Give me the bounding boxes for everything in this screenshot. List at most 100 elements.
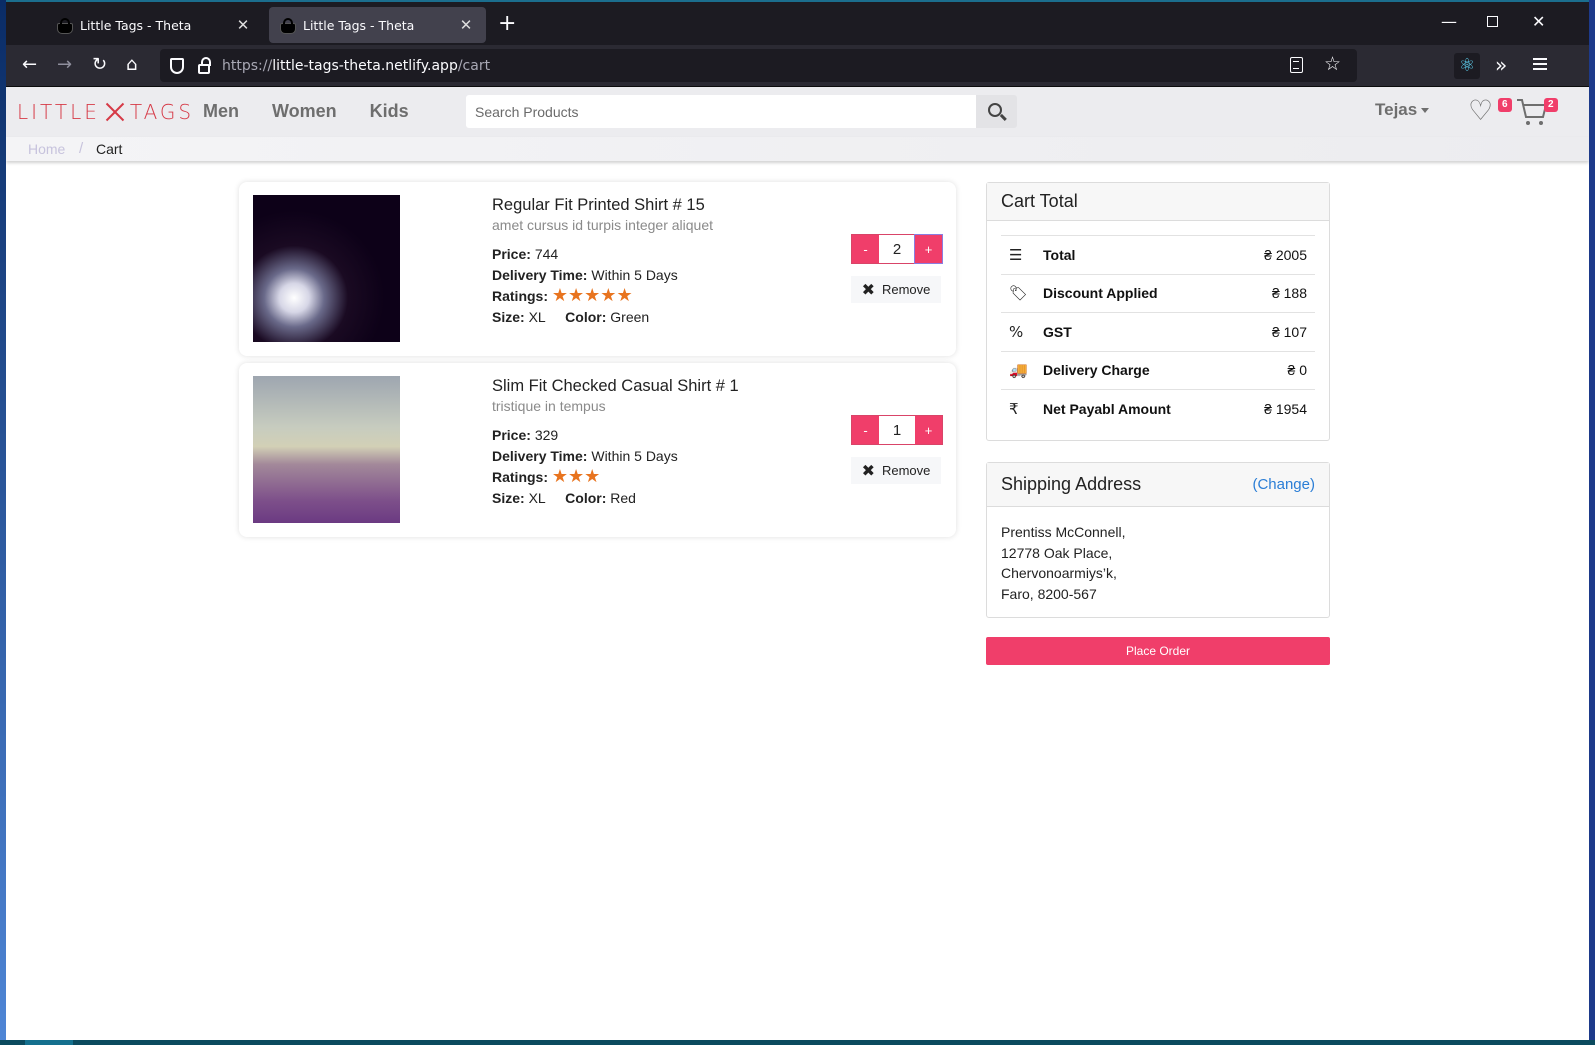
- breadcrumb-current: Cart: [96, 141, 123, 157]
- main-nav: Men Women Kids: [203, 101, 409, 122]
- taskbar: [0, 1040, 1595, 1045]
- tab-title: Little Tags - Theta: [303, 17, 415, 33]
- product-description: amet cursus id turpis integer aliquet: [492, 217, 713, 233]
- tab-title: Little Tags - Theta: [80, 17, 192, 33]
- decrease-quantity-button[interactable]: -: [852, 235, 879, 263]
- tag-icon: 🏷: [1009, 284, 1029, 303]
- breadcrumb-separator: /: [79, 140, 84, 157]
- remove-item-button[interactable]: ✖ Remove: [851, 276, 941, 303]
- desktop-edge-right: [1589, 0, 1595, 1045]
- address-bar[interactable]: https://little-tags-theta.netlify.app/ca…: [160, 49, 1357, 82]
- rupee-icon: ₹: [1009, 400, 1019, 419]
- increase-quantity-button[interactable]: +: [914, 234, 943, 264]
- bookmark-star-icon[interactable]: ☆: [1324, 53, 1341, 75]
- close-tab-icon[interactable]: ✕: [454, 16, 478, 34]
- cart-total-list: ☰ Total ₴ 2005 🏷 Discount Applied ₴ 188 …: [1001, 235, 1315, 429]
- cart-total-title: Cart Total: [1001, 191, 1078, 211]
- search-icon: [988, 103, 1002, 117]
- lock-icon[interactable]: [198, 56, 211, 74]
- receipt-list-icon: ☰: [1009, 245, 1023, 264]
- cart-item: Regular Fit Printed Shirt # 15 amet curs…: [239, 182, 956, 356]
- discount-row: 🏷 Discount Applied ₴ 188: [1001, 275, 1315, 313]
- total-row: ☰ Total ₴ 2005: [1001, 236, 1315, 275]
- cart-count-badge: 2: [1544, 98, 1558, 112]
- search-button[interactable]: [976, 95, 1017, 128]
- maximize-icon: [1487, 16, 1498, 27]
- star-rating-icon: ★★★★★: [551, 285, 633, 306]
- decrease-quantity-button[interactable]: -: [852, 416, 879, 444]
- product-image[interactable]: [253, 195, 400, 342]
- taskbar-active-app[interactable]: [25, 1040, 73, 1045]
- product-ratings: Ratings: ★★★★★: [492, 285, 633, 306]
- tab-bar: Little Tags - Theta ✕ Little Tags - Thet…: [6, 2, 1589, 45]
- gst-row: % GST ₴ 107: [1001, 313, 1315, 352]
- product-ratings: Ratings: ★★★: [492, 466, 601, 487]
- tax-receipt-icon: %: [1009, 322, 1024, 341]
- product-info: Slim Fit Checked Casual Shirt # 1 tristi…: [492, 377, 739, 511]
- place-order-button[interactable]: Place Order: [986, 637, 1330, 665]
- truck-icon: 🚚: [1009, 361, 1028, 380]
- cart-total-panel: Cart Total ☰ Total ₴ 2005 🏷 Discount App…: [986, 182, 1330, 441]
- reader-view-icon[interactable]: [1290, 57, 1303, 73]
- browser-window: Little Tags - Theta ✕ Little Tags - Thet…: [6, 0, 1589, 1040]
- home-button[interactable]: ⌂: [126, 55, 137, 75]
- hamburger-menu-icon[interactable]: [1533, 58, 1547, 70]
- star-rating-icon: ★★★: [551, 466, 601, 487]
- reload-button[interactable]: ↻: [92, 55, 107, 75]
- wishlist-count-badge: 6: [1498, 98, 1512, 112]
- product-size-color: Size: XL Color: Red: [492, 490, 636, 506]
- product-description: tristique in tempus: [492, 398, 606, 414]
- maximize-button[interactable]: [1487, 12, 1498, 31]
- new-tab-button[interactable]: +: [498, 11, 516, 36]
- cart-item: Slim Fit Checked Casual Shirt # 1 tristi…: [239, 363, 956, 537]
- nav-kids[interactable]: Kids: [370, 101, 409, 122]
- search-bar: [466, 95, 1017, 128]
- back-button[interactable]: ←: [22, 55, 37, 75]
- close-x-icon: ✖: [861, 280, 875, 299]
- overflow-menu-icon[interactable]: »: [1495, 53, 1507, 77]
- site-header: LITTLE TAGS Men Women Kids Tejas ♡ 6: [6, 87, 1589, 137]
- user-menu-dropdown[interactable]: Tejas: [1375, 100, 1430, 120]
- increase-quantity-button[interactable]: +: [915, 416, 942, 444]
- product-delivery-time: Delivery Time: Within 5 Days: [492, 448, 678, 464]
- browser-toolbar: ← → ↻ ⌂ https://little-tags-theta.netlif…: [6, 45, 1589, 87]
- page-content: LITTLE TAGS Men Women Kids Tejas ♡ 6: [6, 87, 1589, 1040]
- remove-item-button[interactable]: ✖ Remove: [851, 457, 941, 484]
- product-info: Regular Fit Printed Shirt # 15 amet curs…: [492, 196, 713, 330]
- change-address-link[interactable]: (Change): [1252, 476, 1315, 493]
- net-payable-row: ₹ Net Payabl Amount ₴ 1954: [1001, 390, 1315, 429]
- shipping-address-header: Shipping Address (Change): [987, 463, 1329, 507]
- quantity-stepper: - +: [851, 234, 943, 264]
- basket-favicon-icon: [279, 18, 296, 34]
- close-tab-icon[interactable]: ✕: [231, 16, 255, 34]
- browser-tab-1[interactable]: Little Tags - Theta ✕: [46, 7, 263, 43]
- logo-cross-arrows-icon: [102, 100, 128, 124]
- product-name[interactable]: Regular Fit Printed Shirt # 15: [492, 196, 713, 215]
- quantity-stepper: - +: [851, 415, 943, 445]
- quantity-input[interactable]: [879, 235, 915, 263]
- product-image[interactable]: [253, 376, 400, 523]
- caret-down-icon: [1421, 108, 1430, 114]
- product-delivery-time: Delivery Time: Within 5 Days: [492, 267, 678, 283]
- close-window-button[interactable]: ✕: [1532, 12, 1545, 31]
- nav-women[interactable]: Women: [272, 101, 337, 122]
- close-x-icon: ✖: [861, 461, 875, 480]
- product-price: Price: 329: [492, 427, 559, 443]
- breadcrumb-home[interactable]: Home: [28, 141, 65, 157]
- forward-button[interactable]: →: [57, 55, 72, 75]
- browser-tab-2-active[interactable]: Little Tags - Theta ✕: [269, 7, 486, 43]
- nav-men[interactable]: Men: [203, 101, 239, 122]
- shipping-address-text: Prentiss McConnell, 12778 Oak Place, Che…: [1001, 524, 1126, 602]
- tracking-protection-shield-icon[interactable]: [170, 57, 184, 74]
- breadcrumb: Home / Cart: [6, 137, 1589, 161]
- site-logo[interactable]: LITTLE TAGS: [17, 100, 194, 124]
- basket-favicon-icon: [56, 18, 73, 34]
- product-name[interactable]: Slim Fit Checked Casual Shirt # 1: [492, 377, 739, 396]
- wishlist-heart-icon[interactable]: ♡: [1468, 97, 1493, 125]
- minimize-button[interactable]: —: [1441, 12, 1457, 31]
- quantity-input[interactable]: [879, 416, 915, 444]
- url-text[interactable]: https://little-tags-theta.netlify.app/ca…: [222, 58, 490, 74]
- search-input[interactable]: [466, 95, 976, 128]
- cart-total-header: Cart Total: [987, 183, 1329, 221]
- react-devtools-icon[interactable]: ⚛: [1454, 53, 1480, 79]
